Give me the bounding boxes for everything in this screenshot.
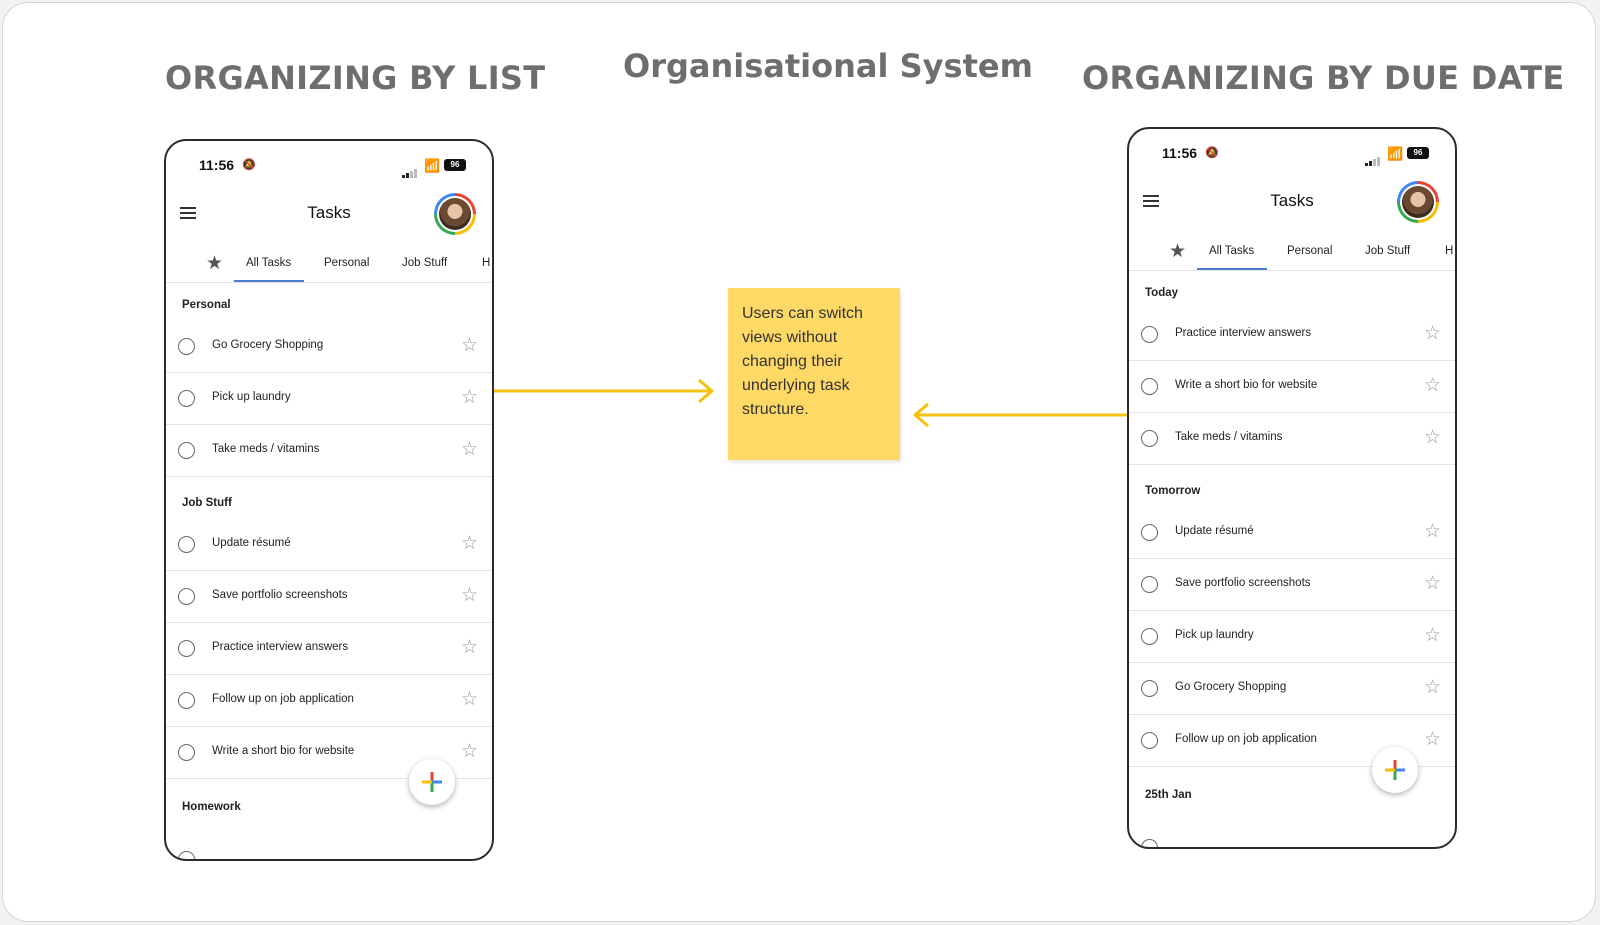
section-25th-jan: 25th Jan: [1145, 789, 1192, 801]
star-icon[interactable]: ☆: [1424, 374, 1441, 397]
star-icon[interactable]: ☆: [1424, 676, 1441, 699]
star-icon[interactable]: ☆: [1424, 572, 1441, 595]
status-bar: 11:56 🔕 📶 96: [1129, 145, 1455, 167]
task-row[interactable]: Practice interview answers ☆: [1129, 309, 1455, 361]
task-row[interactable]: Save portfolio screenshots ☆: [1129, 559, 1455, 611]
task-checkbox[interactable]: [1141, 524, 1158, 541]
bell-muted-icon: 🔕: [1205, 147, 1219, 159]
tab-all-tasks[interactable]: All Tasks: [1209, 245, 1254, 257]
status-time: 11:56: [1162, 145, 1198, 161]
task-row[interactable]: Update résumé ☆: [1129, 507, 1455, 559]
star-icon[interactable]: ☆: [1424, 322, 1441, 345]
task-checkbox[interactable]: [1141, 326, 1158, 343]
task-row[interactable]: Pick up laundry ☆: [1129, 611, 1455, 663]
task-row[interactable]: Go Grocery Shopping ☆: [1129, 663, 1455, 715]
canvas: ORGANIZING BY LIST Organisational System…: [2, 2, 1596, 922]
section-tomorrow: Tomorrow: [1145, 485, 1201, 497]
task-checkbox[interactable]: [1141, 430, 1158, 447]
task-label: Write a short bio for website: [1175, 379, 1318, 391]
tab-job-stuff[interactable]: Job Stuff: [1365, 245, 1410, 257]
star-icon[interactable]: ☆: [1424, 426, 1441, 449]
arrow-right-icon: [494, 378, 714, 404]
task-label: Save portfolio screenshots: [1175, 577, 1311, 589]
plus-icon: [1385, 760, 1405, 780]
task-checkbox[interactable]: [1141, 628, 1158, 645]
avatar[interactable]: [1397, 181, 1439, 223]
section-today: Today: [1145, 287, 1179, 299]
tab-h[interactable]: H: [1445, 245, 1453, 257]
starred-tab-icon[interactable]: ★: [1169, 240, 1186, 263]
active-tab-indicator: [1197, 268, 1267, 270]
task-label: Update résumé: [1175, 525, 1254, 537]
task-label: Go Grocery Shopping: [1175, 681, 1287, 693]
phone-organize-by-due-date: 11:56 🔕 📶 96 Tasks ★ All Tasks Personal …: [1127, 127, 1457, 849]
tab-bar: ★ All Tasks Personal Job Stuff H: [1129, 235, 1455, 271]
task-row-cutoff: [1141, 839, 1455, 847]
star-icon[interactable]: ☆: [1424, 520, 1441, 543]
task-checkbox[interactable]: [1141, 378, 1158, 395]
add-task-button[interactable]: [1372, 747, 1418, 793]
task-checkbox[interactable]: [1141, 732, 1158, 749]
battery-icon: 96: [1407, 147, 1429, 159]
star-icon[interactable]: ☆: [1424, 624, 1441, 647]
task-label: Pick up laundry: [1175, 629, 1254, 641]
task-label: Take meds / vitamins: [1175, 431, 1283, 443]
task-checkbox[interactable]: [1141, 680, 1158, 697]
task-row[interactable]: Take meds / vitamins ☆: [1129, 413, 1455, 465]
task-checkbox[interactable]: [1141, 576, 1158, 593]
task-label: Practice interview answers: [1175, 327, 1312, 339]
task-row[interactable]: Write a short bio for website ☆: [1129, 361, 1455, 413]
wifi-icon: 📶: [1387, 146, 1404, 161]
signal-icon: [1365, 148, 1381, 166]
app-bar: Tasks: [1129, 181, 1455, 231]
arrow-left-icon: [913, 402, 1131, 428]
star-icon[interactable]: ☆: [1424, 728, 1441, 751]
tab-personal[interactable]: Personal: [1287, 245, 1332, 257]
task-label: Follow up on job application: [1175, 733, 1317, 745]
